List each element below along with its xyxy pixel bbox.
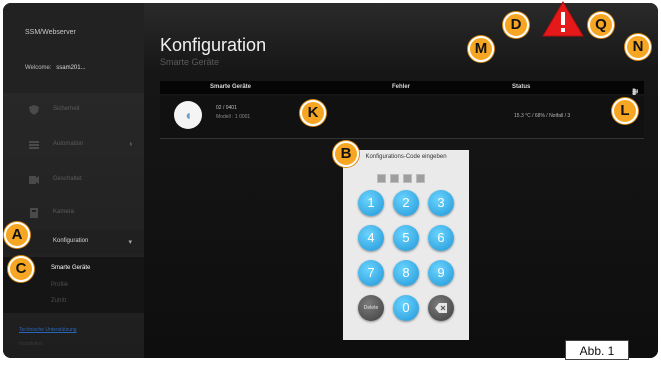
sidebar-item-geschaltet[interactable]: Geschaltet — [3, 168, 144, 192]
welcome-prefix: Welcome: — [25, 65, 52, 71]
column-header-devices: Smarte Geräte — [210, 84, 252, 90]
sidebar-item-label: Geschaltet — [53, 176, 82, 182]
key-5[interactable]: 5 — [393, 225, 419, 251]
callout-c: C — [8, 256, 34, 282]
switch-icon — [29, 176, 39, 184]
page-title: Konfiguration — [160, 35, 267, 55]
chevron-down-icon: ▾ — [128, 239, 132, 246]
key-delete[interactable]: Delete — [358, 295, 384, 321]
shield-icon — [29, 105, 39, 115]
welcome-line: Welcome: ssam201... — [25, 65, 86, 71]
brand-name: SSM/Webserver — [25, 29, 76, 36]
automation-icon — [29, 141, 39, 149]
key-9[interactable]: 9 — [428, 260, 454, 286]
callout-n: N — [625, 34, 651, 60]
trash-icon[interactable]: ▮ — [632, 87, 639, 96]
sidebar-header: SSM/Webserver Welcome: ssam201... — [3, 3, 144, 93]
column-header-status: Status — [512, 84, 531, 90]
sidebar-item-label: Kamera — [53, 209, 75, 215]
callout-a: A — [4, 222, 30, 248]
chevron-right-icon: › — [129, 141, 132, 148]
key-0[interactable]: 0 — [393, 295, 419, 321]
submenu-zutritt[interactable]: Zutritt — [51, 298, 66, 304]
support-link[interactable]: Technische Unterstützung — [19, 327, 77, 333]
key-3[interactable]: 3 — [428, 190, 454, 216]
key-1[interactable]: 1 — [358, 190, 384, 216]
welcome-user[interactable]: ssam201... — [56, 65, 85, 71]
callout-k: K — [300, 100, 326, 126]
support-text: Installation — [19, 341, 43, 347]
key-backspace[interactable] — [428, 295, 454, 321]
key-6[interactable]: 6 — [428, 225, 454, 251]
sidebar-item-label: Konfiguration — [53, 238, 89, 244]
device-name: 02 / 0401 — [216, 105, 237, 111]
table-row[interactable]: ◖ 02 / 0401 Modell : 1 0001 15.3 °C / 68… — [160, 96, 644, 139]
callout-d: D — [503, 12, 529, 38]
callout-b: B — [333, 141, 359, 167]
key-2[interactable]: 2 — [393, 190, 419, 216]
sidebar-item-sicherheit[interactable]: Sicherheit — [3, 98, 144, 122]
sidebar: SSM/Webserver Welcome: ssam201... Sicher… — [3, 3, 144, 358]
sidebar-item-label: Automation — [53, 141, 84, 147]
callout-m: M — [468, 36, 494, 62]
sidebar-item-kamera[interactable]: Kamera — [3, 201, 144, 225]
figure-caption: Abb. 1 — [565, 340, 629, 360]
device-status: 15.3 °C / 68% / Notfall / 3 — [514, 113, 571, 119]
key-4[interactable]: 4 — [358, 225, 384, 251]
callout-l: L — [612, 98, 638, 124]
callout-q: Q — [588, 12, 614, 38]
camera-icon — [30, 208, 38, 218]
backspace-icon — [435, 303, 447, 313]
sidebar-item-automation[interactable]: Automation › — [3, 133, 144, 157]
submenu-smarte-geraete[interactable]: Smarte Geräte — [51, 265, 90, 271]
submenu-profile[interactable]: Profile — [51, 282, 68, 288]
sidebar-item-label: Sicherheit — [53, 106, 80, 112]
app-window: SSM/Webserver Welcome: ssam201... Sicher… — [3, 3, 658, 358]
device-thumbnail: ◖ — [174, 101, 202, 129]
page-subtitle: Smarte Geräte — [160, 57, 220, 67]
code-display — [377, 170, 437, 183]
device-meta: Modell : 1 0001 — [216, 114, 251, 120]
dialog-title: Konfigurations-Code eingeben — [365, 154, 447, 160]
table-header: Smarte Geräte Fehler Status ⌕ + ≋ ↻ ▮ — [160, 81, 644, 96]
code-dialog: Konfigurations-Code eingeben 1 2 3 4 5 6… — [343, 150, 469, 340]
key-8[interactable]: 8 — [393, 260, 419, 286]
warning-icon — [542, 1, 584, 37]
key-7[interactable]: 7 — [358, 260, 384, 286]
column-header-fehler: Fehler — [392, 84, 411, 90]
